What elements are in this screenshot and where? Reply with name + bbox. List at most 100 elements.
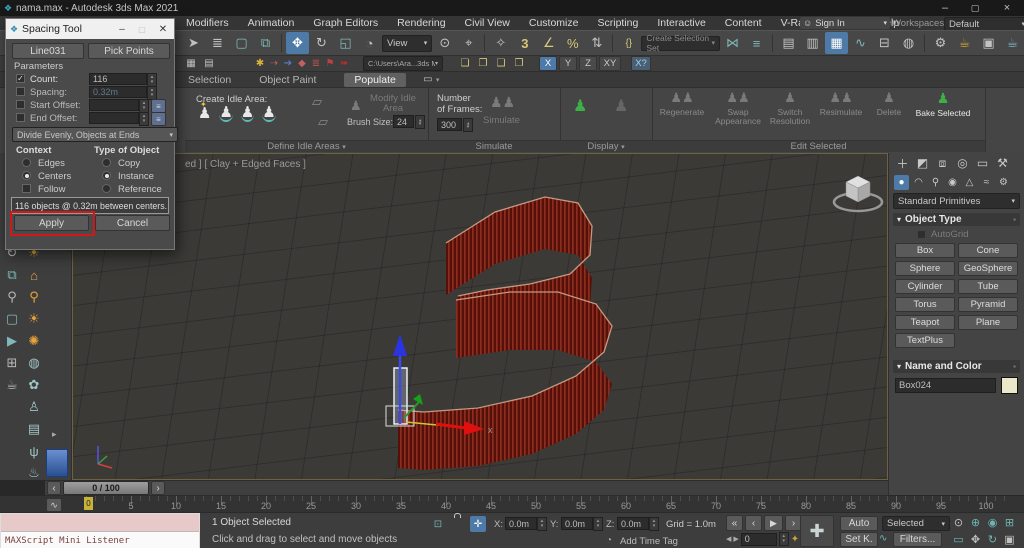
key-mode-icon[interactable]: ∿	[879, 533, 887, 544]
dock-expand-icon[interactable]: ▸	[52, 429, 57, 440]
autogrid-checkbox[interactable]	[917, 230, 926, 239]
divide-mode-dropdown[interactable]: Divide Evenly, Objects at Ends ▾	[12, 127, 178, 142]
primitive-category-dropdown[interactable]: Standard Primitives ▾	[893, 193, 1020, 209]
bake-selected-button[interactable]: ♟ Bake Selected	[912, 90, 974, 138]
frame-stepper[interactable]: ▴▾	[779, 532, 789, 546]
populate-seat-icon[interactable]: ✱	[253, 57, 267, 71]
idle-area-tool-4-icon[interactable]: ♟	[262, 106, 275, 122]
absolute-mode-toggle[interactable]: ✛	[470, 516, 486, 532]
set-keys-button[interactable]: ✚	[800, 515, 834, 547]
flow-flag-icon[interactable]: ⚑	[323, 57, 337, 71]
ribbon-config-icon[interactable]: ▭	[420, 73, 436, 87]
select-object-icon[interactable]: ➤	[182, 32, 205, 54]
helpers-category-icon[interactable]: △	[962, 175, 977, 190]
primitive-textplus-button[interactable]: TextPlus	[895, 333, 955, 348]
swap-appearance-button[interactable]: ♟♟ Swap Appearance	[712, 90, 764, 138]
axis-y-button[interactable]: Y	[559, 56, 577, 71]
flow-ramp-icon[interactable]: ➠	[337, 57, 351, 71]
end-offset-checkbox[interactable]	[16, 113, 25, 122]
menu-content[interactable]: Content	[725, 17, 762, 29]
y-coord-stepper[interactable]: ▴▾	[593, 517, 603, 531]
container-open-icon[interactable]: ❑	[493, 57, 509, 71]
track-bar[interactable]: ∿ 51015202530354045505560657075808590951…	[0, 496, 1024, 512]
primitive-torus-button[interactable]: Torus	[895, 297, 955, 312]
material-editor-icon[interactable]: ◍	[897, 32, 920, 54]
vray-dome-light-icon[interactable]: ⌂	[25, 265, 43, 285]
viewcube[interactable]	[834, 176, 882, 211]
edges-radio[interactable]	[22, 158, 31, 167]
x-coord-input[interactable]: 0.0m	[505, 517, 537, 530]
orbit-icon[interactable]: ↻	[984, 531, 1001, 548]
slider-next-button[interactable]: ›	[151, 481, 165, 495]
x-coord-stepper[interactable]: ▴▾	[537, 517, 547, 531]
utilities-tab-icon[interactable]: ⚒	[994, 155, 1011, 172]
section-define-idle-areas[interactable]: Define Idle Areas ▾	[185, 140, 428, 152]
name-color-rollout[interactable]: ▾ Name and Color ▪	[893, 360, 1020, 373]
shapes-category-icon[interactable]: ◠	[911, 175, 926, 190]
pick-path-button[interactable]: Line031	[12, 43, 84, 59]
brush-size-input[interactable]: 24	[393, 115, 414, 128]
primitive-plane-button[interactable]: Plane	[958, 315, 1018, 330]
curve-editor-icon[interactable]: ∿	[849, 32, 872, 54]
idle-shape-1-icon[interactable]: ▱	[312, 94, 322, 110]
spacewarps-category-icon[interactable]: ≈	[979, 175, 994, 190]
create-tab-icon[interactable]: ＋	[894, 155, 911, 172]
zoom-all-icon[interactable]: ⊕	[967, 514, 984, 531]
menu-rendering[interactable]: Rendering	[397, 17, 445, 29]
systems-category-icon[interactable]: ⚙	[996, 175, 1011, 190]
scene-explorer-icon[interactable]: ▥	[801, 32, 824, 54]
key-next-icon[interactable]: ▶	[733, 535, 738, 543]
select-rotate-icon[interactable]: ↻	[310, 32, 333, 54]
ribbon-toggle-icon[interactable]: ▦	[825, 32, 848, 54]
z-coord-stepper[interactable]: ▴▾	[649, 517, 659, 531]
display-people-icon[interactable]: ♟	[573, 96, 587, 116]
layer-manager-icon[interactable]: ⧉	[3, 265, 21, 285]
flow-lanes-icon[interactable]: ≣	[309, 57, 323, 71]
vray-lamp-icon[interactable]: ⚲	[25, 287, 43, 307]
container-create-icon[interactable]: ❏	[457, 57, 473, 71]
flow-arrow-icon[interactable]: ⇢	[267, 57, 281, 71]
resimulate-button[interactable]: ♟♟ Resimulate	[816, 90, 866, 138]
dialog-title-bar[interactable]: ❖ Spacing Tool – ▢ ✕	[6, 19, 174, 39]
layer-explorer-icon[interactable]: ▤	[777, 32, 800, 54]
hierarchy-tab-icon[interactable]: ⧈	[934, 155, 951, 172]
time-slider[interactable]: ‹ 0 / 100 ›	[45, 480, 888, 496]
spacing-checkbox[interactable]	[16, 87, 25, 96]
rollout-pin-icon[interactable]: ▪	[1013, 215, 1016, 224]
menu-graph-editors[interactable]: Graph Editors	[313, 17, 378, 29]
end-offset-stepper[interactable]: ▴▾	[139, 112, 149, 126]
spline-array-objects[interactable]	[398, 197, 612, 470]
zoom-region-icon[interactable]: ▭	[950, 531, 967, 548]
maximize-button[interactable]: ▢	[960, 1, 990, 15]
key-prev-icon[interactable]: ◀	[726, 535, 731, 543]
viewport-canvas[interactable]: x	[73, 154, 887, 479]
quad-menu-icon[interactable]: ⊞	[3, 353, 21, 373]
switch-resolution-button[interactable]: ♟ Switch Resolution	[764, 90, 816, 138]
add-time-tag-button[interactable]: Add Time Tag	[620, 536, 678, 547]
start-offset-lock-button[interactable]: ≡	[151, 99, 166, 113]
perspective-viewport[interactable]: ed ] [ Clay + Edged Faces ]	[72, 153, 888, 480]
count-stepper[interactable]: ▴▾	[147, 73, 157, 87]
snaps-toggle-icon[interactable]: 3	[513, 32, 536, 54]
tab-selection[interactable]: Selection	[188, 74, 231, 86]
close-button[interactable]: ×	[990, 1, 1024, 15]
pick-points-button[interactable]: Pick Points	[88, 43, 170, 59]
container-inherit-icon[interactable]: ❐	[475, 57, 491, 71]
key-filter-icon[interactable]: ✦	[791, 534, 799, 545]
modify-idle-area-button[interactable]: Modify Idle Area	[366, 94, 420, 114]
prev-frame-button[interactable]: ‹	[745, 515, 762, 531]
goto-start-button[interactable]: «	[726, 515, 743, 531]
zoom-extents-icon[interactable]: ◉	[984, 514, 1001, 531]
modify-tab-icon[interactable]: ◩	[914, 155, 931, 172]
flame-tool-icon[interactable]: ♨	[25, 463, 43, 483]
zoom-extents-all-icon[interactable]: ⊞	[1001, 514, 1018, 531]
idle-shape-2-icon[interactable]: ▱	[318, 114, 328, 130]
count-checkbox[interactable]: ✓	[16, 74, 25, 83]
primitive-cylinder-button[interactable]: Cylinder	[895, 279, 955, 294]
spacing-stepper[interactable]: ▴▾	[147, 86, 157, 100]
reference-coordinate-dropdown[interactable]: View ▾	[382, 35, 432, 52]
select-by-name-icon[interactable]: ≣	[206, 32, 229, 54]
axis-xy-button[interactable]: XY	[599, 56, 621, 71]
active-tool-tile[interactable]	[46, 449, 68, 477]
key-filters-dropdown[interactable]: Selected ▾	[882, 516, 950, 531]
